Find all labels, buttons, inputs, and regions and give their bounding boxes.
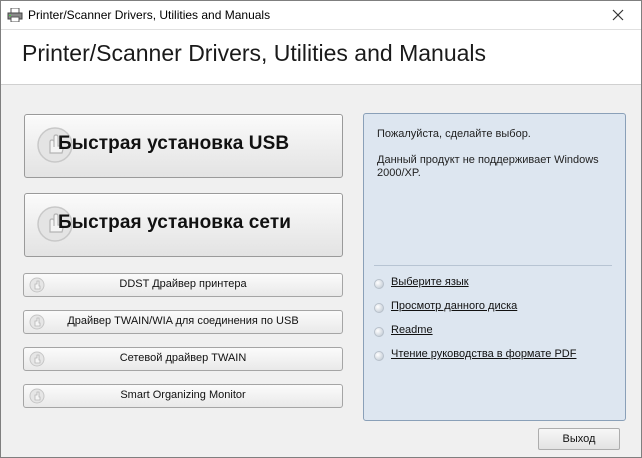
unsupported-os-message: Данный продукт не поддерживает Windows 2… xyxy=(377,154,599,179)
info-panel: Пожалуйста, сделайте выбор. Данный проду… xyxy=(363,113,626,421)
link-readme-label[interactable]: Readme xyxy=(391,324,433,336)
smart-organizing-monitor-label: Smart Organizing Monitor xyxy=(120,389,246,401)
printer-app-icon xyxy=(7,8,23,22)
exit-button[interactable]: Выход xyxy=(538,428,620,450)
ddst-driver-button[interactable]: DDST Драйвер принтера xyxy=(23,273,343,297)
link-read-pdf-manual-label[interactable]: Чтение руководства в формате PDF xyxy=(391,348,576,360)
bullet-icon xyxy=(374,303,384,313)
network-twain-driver-button[interactable]: Сетевой драйвер TWAIN xyxy=(23,347,343,371)
usb-quick-install-label: Быстрая установка USB xyxy=(58,133,290,154)
panel-divider xyxy=(374,265,612,266)
smart-organizing-monitor-button[interactable]: Smart Organizing Monitor xyxy=(23,384,343,408)
header-divider xyxy=(1,84,641,85)
link-select-language-label[interactable]: Выберите язык xyxy=(391,276,469,288)
twain-usb-driver-label: Драйвер TWAIN/WIA для соединения по USB xyxy=(67,315,299,327)
title-bar: Printer/Scanner Drivers, Utilities and M… xyxy=(1,1,641,30)
bullet-icon xyxy=(374,351,384,361)
page-title: Printer/Scanner Drivers, Utilities and M… xyxy=(22,40,487,66)
ddst-driver-label: DDST Драйвер принтера xyxy=(119,278,247,290)
link-browse-disc-label[interactable]: Просмотр данного диска xyxy=(391,300,517,312)
usb-quick-install-button[interactable]: Быстрая установка USB xyxy=(24,114,343,178)
header-banner: Printer/Scanner Drivers, Utilities and M… xyxy=(1,30,641,84)
bullet-icon xyxy=(374,327,384,337)
network-quick-install-label: Быстрая установка сети xyxy=(58,212,292,233)
close-icon xyxy=(612,9,624,21)
network-twain-driver-label: Сетевой драйвер TWAIN xyxy=(119,352,247,364)
twain-usb-driver-button[interactable]: Драйвер TWAIN/WIA для соединения по USB xyxy=(23,310,343,334)
selection-prompt: Пожалуйста, сделайте выбор. xyxy=(377,128,531,140)
window-title: Printer/Scanner Drivers, Utilities and M… xyxy=(28,8,271,22)
network-quick-install-button[interactable]: Быстрая установка сети xyxy=(24,193,343,257)
close-button[interactable] xyxy=(595,1,641,29)
exit-label: Выход xyxy=(562,433,596,445)
bullet-icon xyxy=(374,279,384,289)
app-window: Printer/Scanner Drivers, Utilities and M… xyxy=(0,0,642,458)
